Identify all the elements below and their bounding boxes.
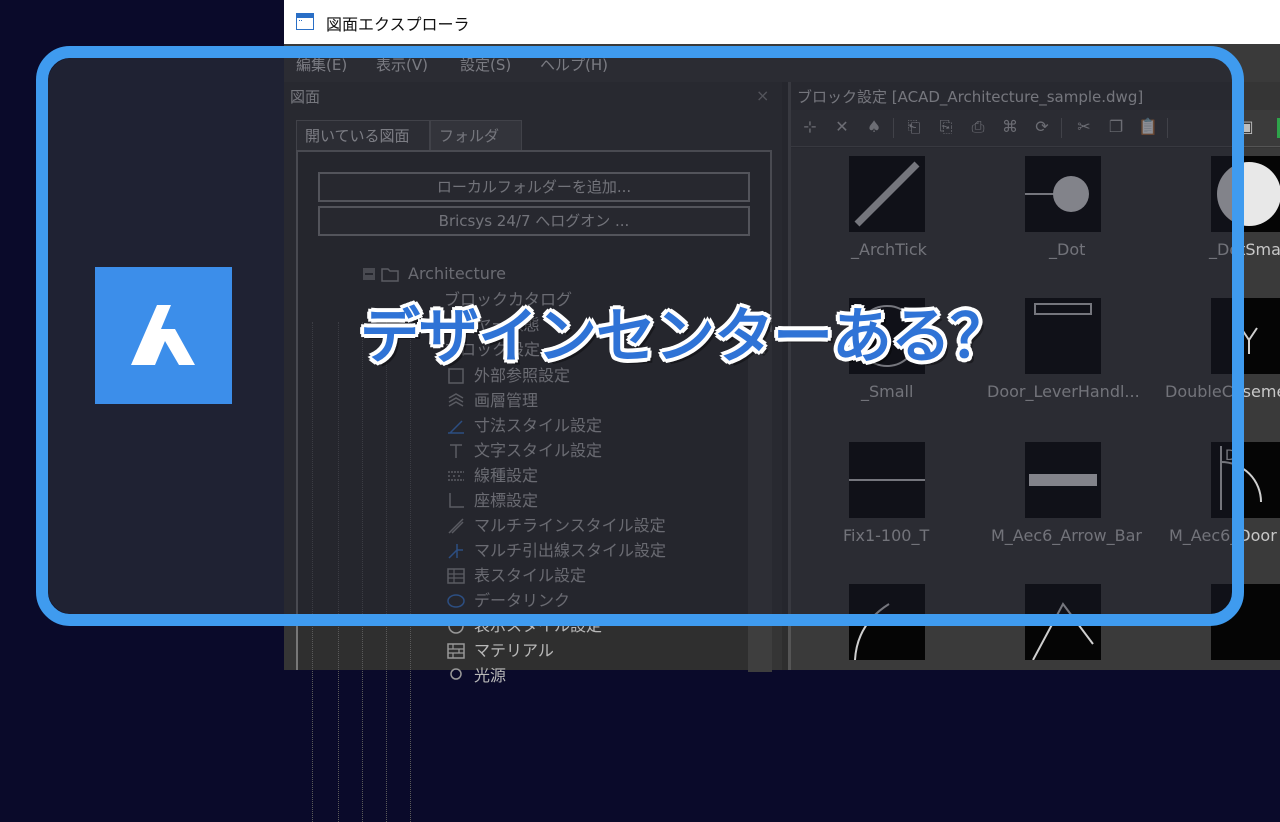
headline: デザインセンターある？ [360,302,1010,372]
window-title: 図面エクスプローラ [326,15,470,34]
material-icon [447,643,465,659]
app-icon [296,13,314,30]
bricscad-logo [95,267,232,404]
light-icon [450,668,462,680]
title-bar: 図面エクスプローラ [284,0,1280,44]
